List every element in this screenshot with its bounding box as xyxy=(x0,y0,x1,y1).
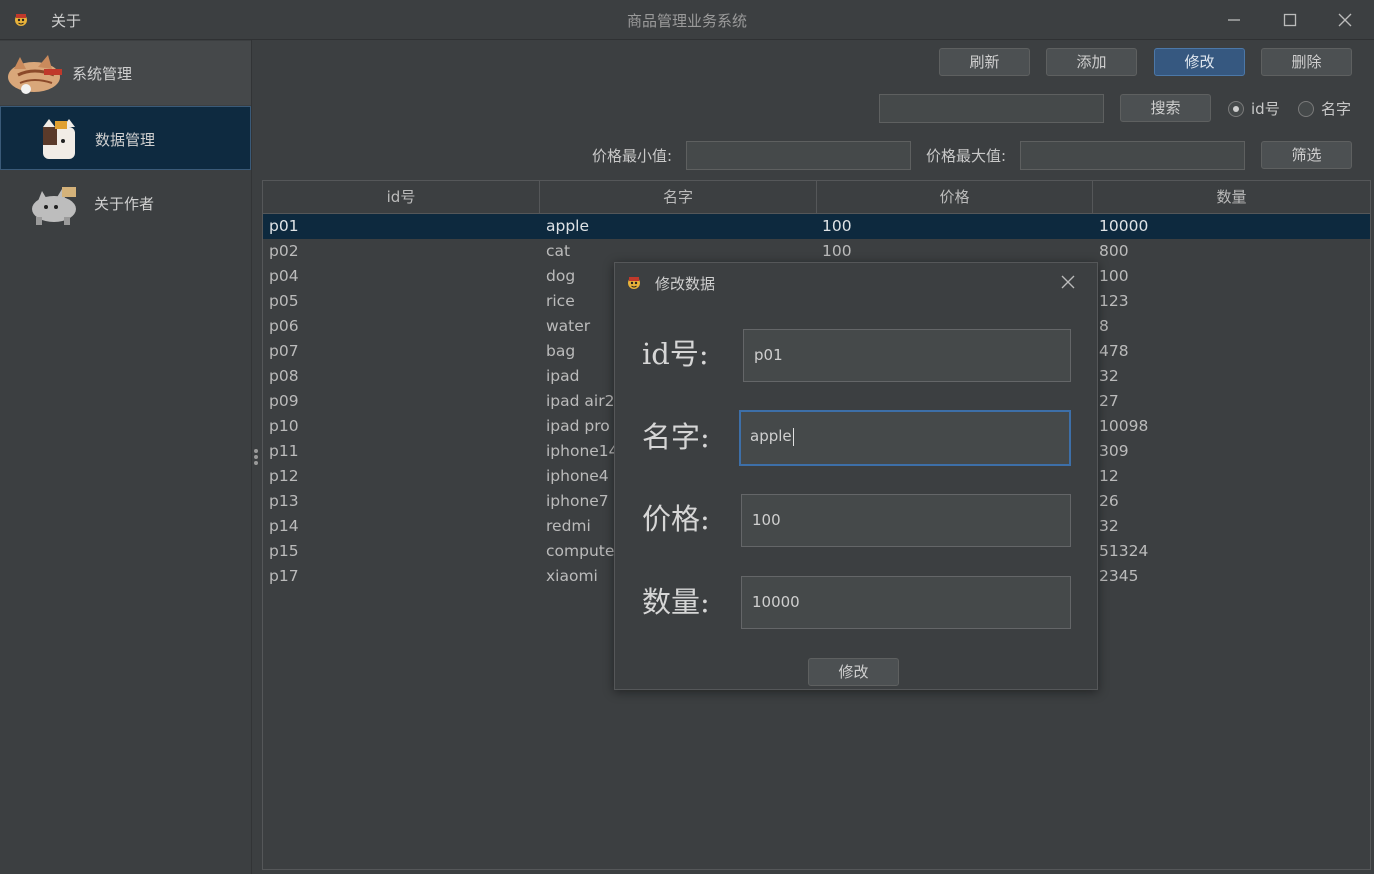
cell-qty: 10098 xyxy=(1099,417,1149,435)
dialog-submit-button[interactable]: 修改 xyxy=(808,658,899,686)
cell-id: p07 xyxy=(269,342,299,360)
sidebar-item-label: 关于作者 xyxy=(94,195,155,213)
column-header-id[interactable]: id号 xyxy=(263,181,540,213)
cell-id: p14 xyxy=(269,517,299,535)
refresh-button[interactable]: 刷新 xyxy=(939,48,1030,76)
search-input[interactable] xyxy=(879,94,1104,123)
maximize-icon[interactable] xyxy=(1278,8,1302,32)
cell-qty: 800 xyxy=(1099,242,1129,260)
edit-dialog: 修改数据 id号: p01 名字: apple 价格: 100 数量: 1000… xyxy=(614,262,1098,690)
cell-id: p13 xyxy=(269,492,299,510)
radio-name-label[interactable]: 名字 xyxy=(1321,98,1351,119)
cell-qty: 32 xyxy=(1099,367,1119,385)
search-button[interactable]: 搜索 xyxy=(1120,94,1211,122)
cell-id: p11 xyxy=(269,442,299,460)
close-icon[interactable] xyxy=(1059,273,1077,291)
cell-id: p12 xyxy=(269,467,299,485)
dialog-name-value: apple xyxy=(750,427,792,445)
table-row[interactable]: p02 cat 100 800 xyxy=(263,239,1370,264)
cell-qty: 2345 xyxy=(1099,567,1139,585)
dialog-price-field[interactable]: 100 xyxy=(741,494,1071,547)
price-min-input[interactable] xyxy=(686,141,911,170)
cell-id: p15 xyxy=(269,542,299,560)
radio-name[interactable] xyxy=(1298,101,1314,117)
add-button[interactable]: 添加 xyxy=(1046,48,1137,76)
cell-id: p02 xyxy=(269,242,299,260)
cell-qty: 8 xyxy=(1099,317,1109,335)
dialog-label-name: 名字: xyxy=(642,420,710,454)
dialog-label-qty: 数量: xyxy=(642,585,710,619)
cell-id: p01 xyxy=(269,217,299,235)
cell-qty: 10000 xyxy=(1099,217,1149,235)
cell-qty: 478 xyxy=(1099,342,1129,360)
sidebar-item-author[interactable]: 关于作者 xyxy=(0,171,251,235)
sidebar-item-label: 数据管理 xyxy=(95,131,156,149)
cell-price: 100 xyxy=(822,242,852,260)
cell-id: p08 xyxy=(269,367,299,385)
price-min-label: 价格最小值: xyxy=(592,147,673,165)
cell-qty: 26 xyxy=(1099,492,1119,510)
cell-id: p09 xyxy=(269,392,299,410)
cell-id: p04 xyxy=(269,267,299,285)
cell-qty: 309 xyxy=(1099,442,1129,460)
dialog-qty-field[interactable]: 10000 xyxy=(741,576,1071,629)
dialog-title: 修改数据 xyxy=(655,275,716,293)
cell-name: apple xyxy=(546,217,590,235)
cell-qty: 51324 xyxy=(1099,542,1149,560)
dialog-label-id: id号: xyxy=(642,337,709,371)
column-header-name[interactable]: 名字 xyxy=(540,181,817,213)
app-icon xyxy=(628,277,640,289)
price-max-label: 价格最大值: xyxy=(926,147,1007,165)
cell-id: p05 xyxy=(269,292,299,310)
splitter-grip[interactable] xyxy=(254,461,258,465)
cell-qty: 32 xyxy=(1099,517,1119,535)
sidebar-item-data[interactable]: 数据管理 xyxy=(0,106,251,170)
table-header: id号 名字 价格 数量 xyxy=(263,181,1370,214)
sidebar-item-label: 系统管理 xyxy=(72,65,133,83)
cell-qty: 27 xyxy=(1099,392,1119,410)
dialog-label-price: 价格: xyxy=(642,502,710,536)
splitter-grip[interactable] xyxy=(254,449,258,453)
dialog-name-field[interactable]: apple xyxy=(739,410,1071,466)
cat-sticker-icon xyxy=(8,55,62,94)
cell-qty: 100 xyxy=(1099,267,1129,285)
price-max-input[interactable] xyxy=(1020,141,1245,170)
cell-qty: 12 xyxy=(1099,467,1119,485)
radio-id-label[interactable]: id号 xyxy=(1251,98,1280,119)
cat-sticker-icon xyxy=(32,187,76,225)
window-title: 商品管理业务系统 xyxy=(626,12,747,30)
sidebar-item-system[interactable]: 系统管理 xyxy=(0,41,251,105)
cell-id: p17 xyxy=(269,567,299,585)
sidebar: 系统管理 数据管理 关于作者 xyxy=(0,40,251,874)
close-icon[interactable] xyxy=(1333,8,1357,32)
cell-qty: 123 xyxy=(1099,292,1129,310)
cat-sticker-icon xyxy=(43,119,75,159)
dialog-id-field[interactable]: p01 xyxy=(743,329,1071,382)
filter-button[interactable]: 筛选 xyxy=(1261,141,1352,169)
cell-price: 100 xyxy=(822,217,852,235)
cell-name: cat xyxy=(546,242,571,260)
cell-id: p10 xyxy=(269,417,299,435)
minimize-icon[interactable] xyxy=(1222,8,1246,32)
radio-id[interactable] xyxy=(1228,101,1244,117)
splitter-grip[interactable] xyxy=(254,455,258,459)
modify-button[interactable]: 修改 xyxy=(1154,48,1245,76)
cell-id: p06 xyxy=(269,317,299,335)
text-caret xyxy=(792,427,794,446)
title-bar: 关于 商品管理业务系统 xyxy=(0,0,1374,40)
column-header-qty[interactable]: 数量 xyxy=(1093,181,1370,213)
delete-button[interactable]: 删除 xyxy=(1261,48,1352,76)
table-row[interactable]: p01 apple 100 10000 xyxy=(263,214,1370,239)
column-header-price[interactable]: 价格 xyxy=(817,181,1093,213)
